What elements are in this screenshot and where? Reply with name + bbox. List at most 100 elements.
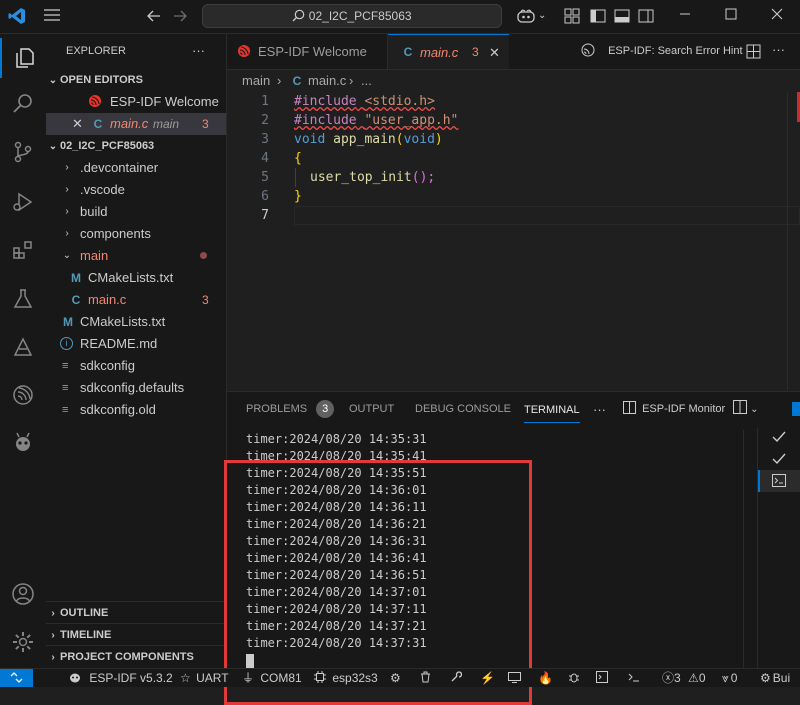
esp-idf-version[interactable]: ESP-IDF v5.3.2 [68, 669, 173, 687]
tree-item-main-cmakelists[interactable]: M CMakeLists.txt [46, 267, 226, 289]
project-root-label: 02_I2C_PCF85063 [60, 140, 155, 152]
sdk-config-gear-icon[interactable]: ⚙ [390, 669, 401, 687]
chevron-down-icon[interactable]: ⌄ [538, 8, 546, 24]
accounts-icon[interactable] [0, 574, 46, 614]
toggle-sidebar-icon[interactable] [590, 8, 606, 28]
tree-item-vscode[interactable]: › .vscode [46, 179, 226, 201]
terminal-instance-selector[interactable]: ESP-IDF Monitor [623, 392, 725, 427]
esp-idf-alien-icon [68, 671, 85, 685]
build-status[interactable]: ⚙ Bui [760, 669, 790, 687]
search-icon [292, 9, 308, 23]
menu-icon[interactable] [44, 8, 60, 26]
execute-custom-task-icon[interactable] [628, 669, 640, 687]
open-editors-section[interactable]: ⌄ OPEN EDITORS [46, 69, 226, 91]
extensions-icon[interactable] [0, 230, 46, 270]
breadcrumb-symbol[interactable]: ... [361, 70, 372, 92]
uart-flash-method[interactable]: ☆ UART [180, 669, 229, 687]
open-editor-item-welcome[interactable]: ESP-IDF Welcome [46, 91, 226, 113]
editor-scrollbar[interactable] [787, 92, 800, 390]
copilot-icon[interactable] [516, 8, 536, 28]
tree-label: main.c [88, 292, 127, 307]
esp-idf-explorer-icon[interactable] [0, 327, 46, 367]
tree-item-devcontainer[interactable]: › .devcontainer [46, 157, 226, 179]
more-actions-icon[interactable]: ··· [772, 42, 785, 57]
close-icon[interactable] [771, 8, 783, 24]
customize-layout-icon[interactable] [564, 8, 580, 28]
ports-indicator[interactable]: ⩔ 0 [722, 669, 737, 687]
open-editor-item-mainc[interactable]: ✕ C main.c main 3 [46, 113, 226, 135]
check-icon[interactable] [772, 452, 786, 469]
maximize-icon[interactable] [725, 8, 737, 24]
problems-summary[interactable]: ⓧ3 ⚠0 [662, 669, 706, 687]
tree-item-cmakelists[interactable]: M CMakeLists.txt [46, 311, 226, 333]
terminal-list-item-active[interactable] [758, 470, 800, 492]
panel-tab-terminal[interactable]: TERMINAL [524, 394, 580, 423]
check-icon[interactable] [772, 430, 786, 447]
remote-indicator-icon[interactable] [0, 669, 33, 687]
error-icon: ⓧ [662, 671, 675, 685]
close-icon[interactable]: ✕ [72, 113, 83, 135]
panel-tab-debug-console[interactable]: DEBUG CONSOLE [415, 392, 511, 427]
tree-item-main[interactable]: ⌄ main [46, 245, 226, 267]
timeline-section[interactable]: › TIMELINE [46, 623, 226, 646]
build-flash-monitor-flame-icon[interactable]: 🔥 [538, 669, 553, 687]
more-actions-icon[interactable]: ··· [192, 40, 212, 62]
minimize-icon[interactable] [679, 8, 691, 24]
tree-label: build [80, 204, 108, 219]
serial-port[interactable]: ⏚ COM81 [242, 669, 302, 687]
close-icon[interactable]: ✕ [489, 35, 500, 70]
tree-item-components[interactable]: › components [46, 223, 226, 245]
settings-gear-icon[interactable] [0, 622, 46, 662]
back-arrow-icon[interactable] [146, 8, 162, 28]
outline-section[interactable]: › OUTLINE [46, 601, 226, 624]
explorer-sidebar: EXPLORER ··· ⌄ OPEN EDITORS ESP-IDF Welco… [46, 34, 227, 668]
platformio-alien-icon[interactable] [0, 423, 46, 463]
forward-arrow-icon[interactable] [172, 8, 188, 28]
project-root-section[interactable]: ⌄ 02_I2C_PCF85063 [46, 135, 226, 157]
tree-item-build[interactable]: › build [46, 201, 226, 223]
esp-idf-search-error-hint[interactable]: ESP-IDF: Search Error Hint [581, 34, 743, 69]
toggle-panel-icon[interactable] [614, 8, 630, 28]
breadcrumb-file[interactable]: main.c [308, 70, 346, 92]
panel-tab-output[interactable]: OUTPUT [349, 392, 394, 427]
panel-toggle-icon[interactable] [792, 402, 800, 416]
target-chip[interactable]: esp32s3 [314, 669, 378, 687]
tab-main-c[interactable]: C main.c 3 ✕ [388, 34, 509, 69]
monitor-screen-icon[interactable] [508, 669, 521, 687]
tree-item-readme[interactable]: i README.md [46, 333, 226, 355]
project-components-section[interactable]: › PROJECT COMPONENTS [46, 645, 226, 668]
explorer-icon[interactable] [0, 38, 48, 78]
code-editor[interactable]: 1 2 3 4 5 6 7 #include <stdio.h> #includ… [227, 92, 800, 390]
source-control-icon[interactable] [0, 132, 46, 172]
split-editor-icon[interactable] [746, 44, 761, 62]
command-center-search[interactable]: 02_I2C_PCF85063 [202, 4, 502, 28]
tree-item-mainc[interactable]: C main.c 3 [46, 289, 226, 311]
tree-item-sdkconfig[interactable]: ≡ sdkconfig [46, 355, 226, 377]
split-terminal-icon[interactable]: ⌄ [733, 392, 758, 427]
cmake-file-icon: M [71, 271, 81, 285]
breadcrumb-folder[interactable]: main [242, 70, 270, 92]
tree-item-sdkconfig-old[interactable]: ≡ sdkconfig.old [46, 399, 226, 421]
search-icon[interactable] [0, 84, 46, 124]
code-line-2: #include "user_app.h" [294, 113, 459, 128]
tree-label: main [80, 248, 109, 263]
run-debug-icon[interactable] [0, 182, 46, 222]
build-wrench-icon[interactable] [450, 669, 463, 687]
code-line-3: void app_main(void) [294, 132, 443, 147]
terminal-scrollbar[interactable] [743, 430, 758, 669]
flash-icon[interactable]: ⚡ [480, 669, 495, 687]
tab-esp-idf-welcome[interactable]: ESP-IDF Welcome [227, 34, 388, 69]
debug-bug-icon[interactable] [568, 669, 580, 687]
esp-idf-terminal-icon[interactable] [596, 669, 608, 687]
more-actions-icon[interactable]: ··· [593, 392, 606, 427]
chip-icon [314, 671, 329, 685]
chevron-right-icon: › [65, 162, 69, 173]
outline-label: OUTLINE [60, 607, 109, 619]
terminal-output[interactable]: timer:2024/08/20 14:35:31 timer:2024/08/… [224, 428, 757, 705]
toggle-secondary-sidebar-icon[interactable] [638, 8, 654, 28]
espressif-icon[interactable] [0, 375, 46, 415]
full-clean-trash-icon[interactable] [420, 669, 431, 687]
tree-item-sdkconfig-defaults[interactable]: ≡ sdkconfig.defaults [46, 377, 226, 399]
panel-tab-problems[interactable]: PROBLEMS 3 [246, 392, 335, 427]
testing-flask-icon[interactable] [0, 279, 46, 319]
